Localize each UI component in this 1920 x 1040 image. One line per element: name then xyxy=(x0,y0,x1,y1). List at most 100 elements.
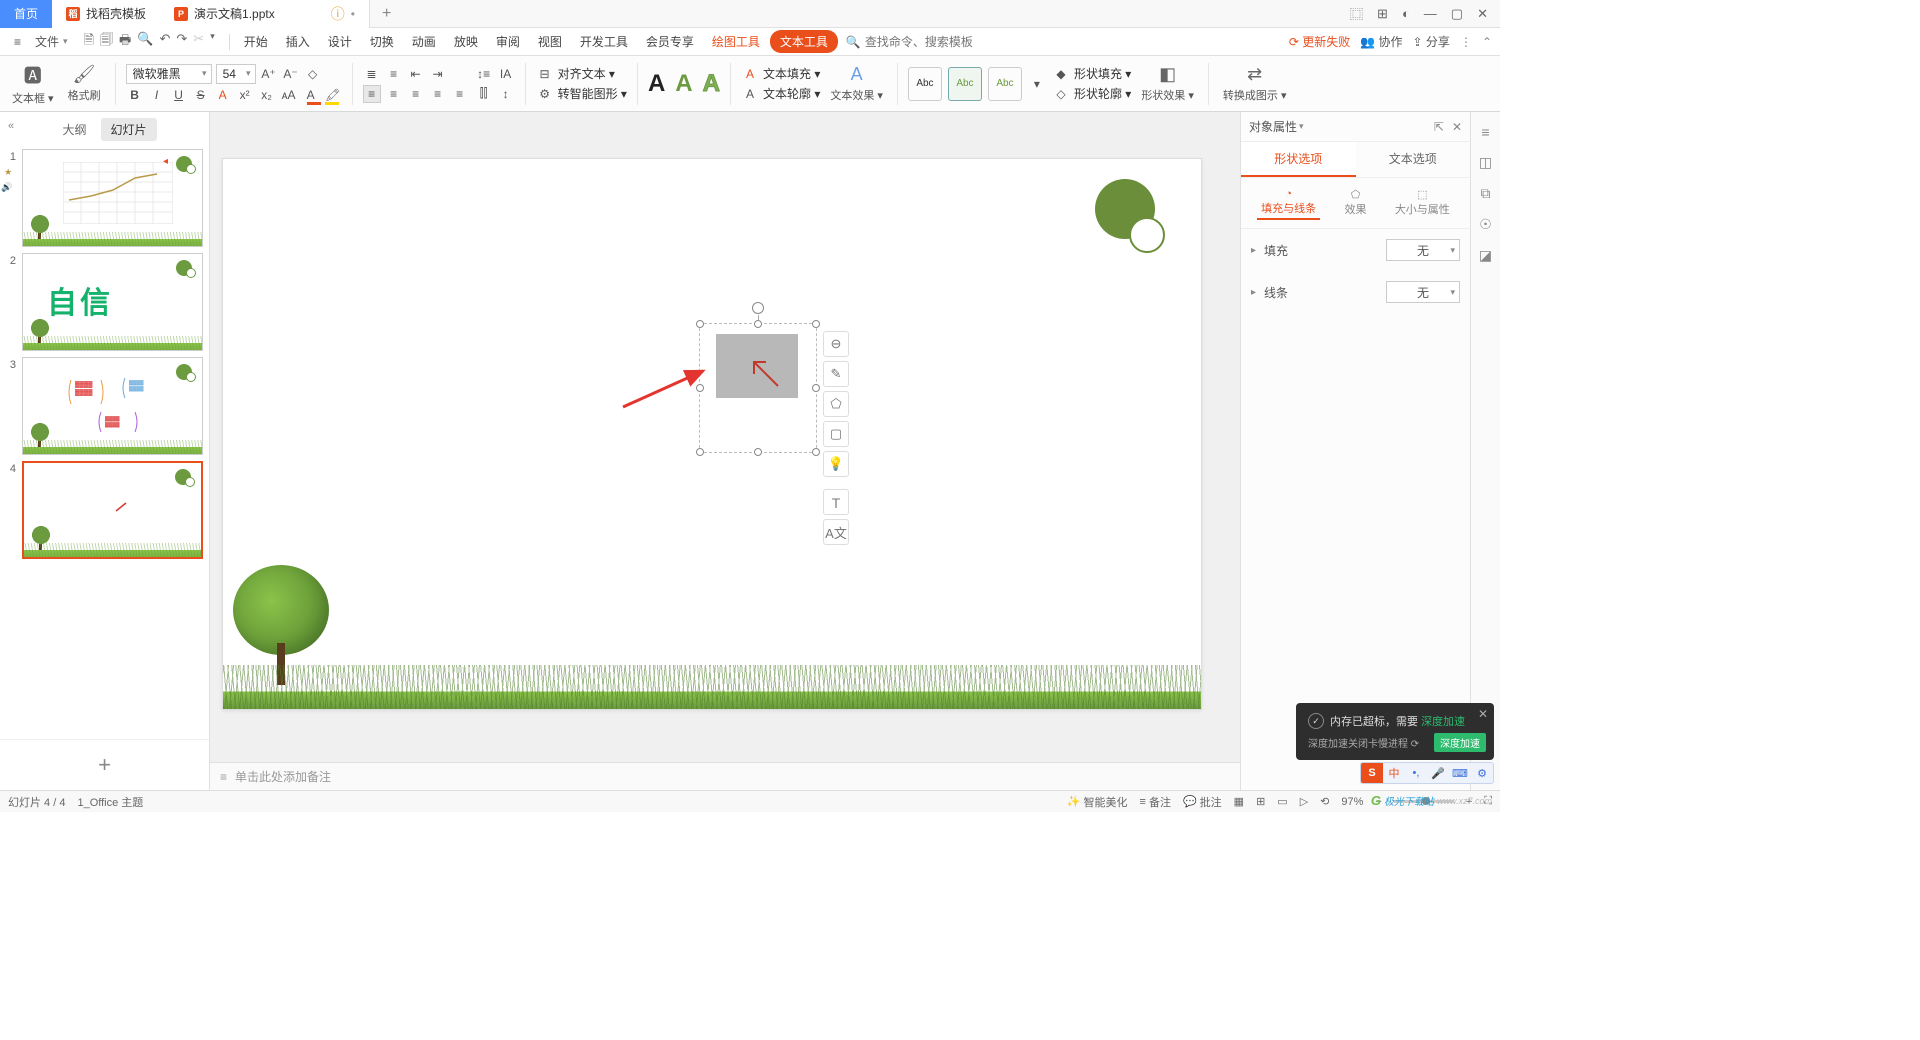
tab-text-tools[interactable]: 文本工具 xyxy=(770,30,838,53)
notes-pane[interactable]: ≡ 单击此处添加备注 xyxy=(210,762,1240,790)
tab-templates[interactable]: 稻 找稻壳模板 xyxy=(52,0,160,28)
share-button[interactable]: ⇪ 分享 xyxy=(1413,33,1450,50)
subscript-button[interactable]: x₂ xyxy=(258,86,276,104)
new-tab-button[interactable]: + xyxy=(370,5,403,23)
bold-button[interactable]: B xyxy=(126,86,144,104)
coop-button[interactable]: 👥 协作 xyxy=(1360,33,1402,50)
resize-handle-bm[interactable] xyxy=(754,448,762,456)
rail-more-icon[interactable]: ◪ xyxy=(1479,247,1492,264)
expand-fill[interactable]: ▸ xyxy=(1251,245,1256,256)
italic-button[interactable]: I xyxy=(148,86,166,104)
tab-vip[interactable]: 会员专享 xyxy=(638,29,702,54)
convert-graphic-button[interactable]: ⇄ 转换成图示 ▾ xyxy=(1219,64,1291,103)
shrink-font-button[interactable]: A⁻ xyxy=(282,65,300,83)
print-preview-icon[interactable]: 🔍 xyxy=(137,31,153,53)
update-fail[interactable]: ⟳ 更新失败 xyxy=(1289,33,1350,50)
shape-style-2[interactable]: Abc xyxy=(948,67,982,101)
tab-view[interactable]: 视图 xyxy=(530,29,570,54)
numbering-button[interactable]: ≡ xyxy=(385,65,403,83)
tab-transition[interactable]: 切换 xyxy=(362,29,402,54)
pin-icon[interactable]: ⇱ xyxy=(1434,120,1444,134)
expand-line[interactable]: ▸ xyxy=(1251,287,1256,298)
slide-thumb-4[interactable]: 4 xyxy=(2,461,203,559)
slide-thumb-2[interactable]: 2 自信 xyxy=(2,253,203,351)
comment-button[interactable]: 💬 批注 xyxy=(1183,794,1222,810)
tab-menu-icon[interactable]: • xyxy=(351,7,355,21)
tab-slideshow[interactable]: 放映 xyxy=(446,29,486,54)
save-as-icon[interactable]: 🗐 xyxy=(100,31,113,53)
rotate-handle[interactable] xyxy=(752,302,764,314)
subtab-fill[interactable]: ◔填充与线条 xyxy=(1257,186,1320,220)
slide-thumb-1[interactable]: 1★🔊 ◂ xyxy=(2,149,203,247)
ime-keyboard-icon[interactable]: ⌨ xyxy=(1449,763,1471,783)
change-case-button[interactable]: ᴀA xyxy=(280,86,298,104)
font-color-button[interactable]: A xyxy=(302,86,320,104)
close-button[interactable]: ✕ xyxy=(1477,6,1488,22)
slides-tab[interactable]: 幻灯片 xyxy=(101,118,157,141)
view-normal-icon[interactable]: ▦ xyxy=(1234,795,1244,808)
shape-style-1[interactable]: Abc xyxy=(908,67,942,101)
textbox-button[interactable]: 🅰 文本框 ▾ xyxy=(8,62,58,106)
collapse-ribbon-icon[interactable]: ⌃ xyxy=(1482,35,1492,49)
props-tab-shape[interactable]: 形状选项 xyxy=(1241,142,1356,177)
outline-tab[interactable]: 大纲 xyxy=(52,118,96,141)
clear-format-button[interactable]: ◇ xyxy=(304,65,322,83)
redo-icon[interactable]: ↷ xyxy=(176,31,187,53)
mini-idea[interactable]: 💡 xyxy=(823,451,849,477)
tab-start[interactable]: 开始 xyxy=(236,29,276,54)
close-panel-icon[interactable]: ✕ xyxy=(1452,120,1462,134)
grow-font-button[interactable]: A⁺ xyxy=(260,65,278,83)
font-size-select[interactable]: 54 xyxy=(216,64,256,84)
text-effect-button[interactable]: A 文本效果 ▾ xyxy=(826,64,887,103)
align-left-button[interactable]: ≡ xyxy=(363,85,381,103)
mini-frame[interactable]: ▢ xyxy=(823,421,849,447)
zoom-value[interactable]: 97% xyxy=(1341,796,1363,808)
text-style-fill[interactable]: A xyxy=(648,70,665,98)
props-tab-text[interactable]: 文本选项 xyxy=(1356,142,1471,177)
superscript-button[interactable]: x² xyxy=(236,86,254,104)
mini-translate[interactable]: A文 xyxy=(823,519,849,545)
resize-handle-bl[interactable] xyxy=(696,448,704,456)
rail-settings-icon[interactable]: ≡ xyxy=(1481,124,1489,140)
columns-button[interactable]: ⫿⫿ xyxy=(475,85,493,103)
beautify-button[interactable]: ✨ 智能美化 xyxy=(1067,794,1128,810)
print-icon[interactable]: 🖶 xyxy=(119,31,131,53)
text-fill-button[interactable]: 文本填充 ▾ xyxy=(763,65,820,82)
minimize-button[interactable]: — xyxy=(1424,6,1437,21)
resize-handle-tm[interactable] xyxy=(754,320,762,328)
popup-action-button[interactable]: 深度加速 xyxy=(1434,733,1486,752)
collapse-panel-icon[interactable]: « xyxy=(8,120,14,132)
zoom-fit-icon[interactable]: ⟲ xyxy=(1320,795,1329,808)
slide-thumb-3[interactable]: 3 ▓▓▓▓ ▓▓▓▓ ▓▓▓▓ ▓▓▓▓ ▓▓▓▓ ▓▓▓▓ xyxy=(2,357,203,455)
resize-handle-tr[interactable] xyxy=(812,320,820,328)
underline-button[interactable]: U xyxy=(170,86,188,104)
align-right-button[interactable]: ≡ xyxy=(407,85,425,103)
layout-icon[interactable]: ⿴ xyxy=(1350,4,1363,23)
text-direction-button[interactable]: IA xyxy=(497,65,515,83)
shape-body[interactable] xyxy=(716,334,798,398)
rail-style-icon[interactable]: ◫ xyxy=(1479,154,1492,171)
shape-effect-button[interactable]: ◧ 形状效果 ▾ xyxy=(1137,64,1198,103)
tab-home[interactable]: 首页 xyxy=(0,0,52,28)
format-painter-button[interactable]: 🖌 格式刷 xyxy=(64,64,105,103)
align-distribute-button[interactable]: ≡ xyxy=(451,85,469,103)
shape-style-more[interactable]: ▾ xyxy=(1028,75,1046,93)
mini-shape[interactable]: ⬠ xyxy=(823,391,849,417)
indent-inc-button[interactable]: ⇥ xyxy=(429,65,447,83)
qat-more-icon[interactable]: ▾ xyxy=(210,31,215,53)
smart-graphic-button[interactable]: 转智能图形 ▾ xyxy=(558,85,627,102)
line-select[interactable]: 无 xyxy=(1386,281,1460,303)
user-icon[interactable]: ◐ xyxy=(1402,6,1410,21)
rail-animation-icon[interactable]: ☉ xyxy=(1479,216,1492,233)
ime-punct-icon[interactable]: •, xyxy=(1405,763,1427,783)
tab-draw-tools[interactable]: 绘图工具 xyxy=(704,29,768,54)
resize-handle-tl[interactable] xyxy=(696,320,704,328)
resize-handle-br[interactable] xyxy=(812,448,820,456)
save-icon[interactable]: 🗎 xyxy=(84,31,94,53)
cut-icon[interactable]: ✂ xyxy=(193,31,204,53)
ime-settings-icon[interactable]: ⚙ xyxy=(1471,763,1493,783)
line-spacing-button[interactable]: ↕≡ xyxy=(475,65,493,83)
apps-icon[interactable]: ⊞ xyxy=(1377,6,1388,22)
font-name-select[interactable]: 微软雅黑 xyxy=(126,64,212,84)
view-reading-icon[interactable]: ▭ xyxy=(1277,795,1287,808)
